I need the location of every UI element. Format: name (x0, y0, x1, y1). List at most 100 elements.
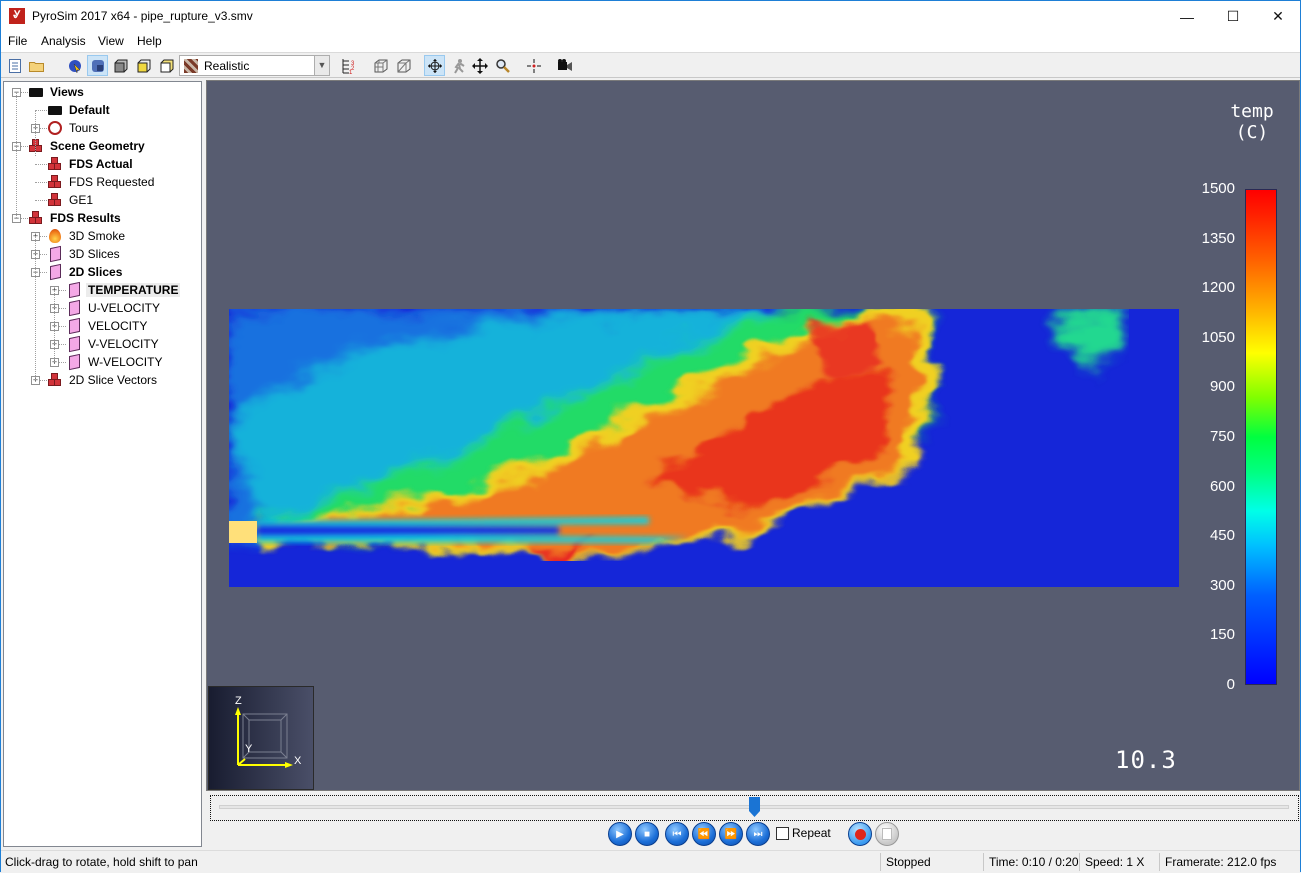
zoom-icon[interactable] (492, 55, 513, 76)
skip-to-end-button[interactable]: ⏭ (746, 822, 770, 846)
colorbar-tick-label: 150 (1209, 626, 1235, 644)
pan-icon[interactable] (469, 55, 490, 76)
view-shaded-icon[interactable] (133, 55, 154, 76)
timeline-slider[interactable] (210, 795, 1299, 821)
tree-item-velocity[interactable]: VELOCITY (66, 317, 149, 335)
view-smooth-icon[interactable] (87, 55, 108, 76)
tree-item-w-velocity[interactable]: W-VELOCITY (66, 353, 164, 371)
tree-item-label: 3D Smoke (69, 229, 126, 243)
geometry-icon (47, 156, 63, 172)
tree-item-label: Views (50, 85, 84, 99)
tree-item-u-velocity[interactable]: U-VELOCITY (66, 299, 162, 317)
rewind-button[interactable]: ⏪ (692, 822, 716, 846)
status-separator (983, 853, 984, 871)
status-separator (1159, 853, 1160, 871)
close-button[interactable]: ✕ (1255, 1, 1301, 32)
tree-item-scene-geometry[interactable]: Scene Geometry (28, 137, 147, 155)
tree-item-temperature[interactable]: TEMPERATURE (66, 281, 181, 299)
tree-item-fds-results[interactable]: FDS Results (28, 209, 123, 227)
time-display: 10.3 (1115, 746, 1177, 774)
tree-item-tours[interactable]: Tours (47, 119, 100, 137)
tree-item-2d-slice-vectors[interactable]: 2D Slice Vectors (47, 371, 159, 389)
legend-icon[interactable]: 321 (339, 55, 360, 76)
menu-file[interactable]: File (8, 34, 27, 48)
fast-forward-button[interactable]: ⏩ (719, 822, 743, 846)
maximize-button[interactable]: ☐ (1210, 1, 1256, 32)
navigation-tree: Views − Default Tours + Scene Geometry − FDS Ac… (3, 81, 202, 847)
tree-item-fds-requested[interactable]: FDS Requested (47, 173, 156, 191)
framerate: Framerate: 212.0 fps (1165, 855, 1277, 869)
stop-button[interactable]: ■ (635, 822, 659, 846)
wireframe-box-icon[interactable] (393, 55, 414, 76)
status-separator (880, 853, 881, 871)
colorbar-tick-label: 1350 (1201, 229, 1235, 247)
colorbar-quantity: temp (1230, 101, 1274, 122)
status-separator (1079, 853, 1080, 871)
render-mode-value: Realistic (204, 59, 250, 73)
stop-record-button[interactable] (875, 822, 899, 846)
tree-item-ge1[interactable]: GE1 (47, 191, 95, 209)
tree-connector (54, 290, 55, 362)
tree-item-views[interactable]: Views (28, 83, 86, 101)
playback-speed: Speed: 1 X (1085, 855, 1145, 869)
colorbar-tick-label: 0 (1226, 676, 1235, 693)
app-window: Ꮍ PyroSim 2017 x64 - pipe_rupture_v3.smv… (0, 0, 1301, 872)
menu-help[interactable]: Help (137, 34, 162, 48)
temperature-slice (229, 309, 1179, 587)
slice-icon (66, 335, 82, 353)
repeat-checkbox-box[interactable] (776, 826, 789, 840)
stop-record-icon (882, 828, 892, 840)
colorbar-tick-label: 1500 (1201, 180, 1235, 197)
tree-item-fds-actual[interactable]: FDS Actual (47, 155, 135, 173)
skip-to-start-button[interactable]: ⏮ (665, 822, 689, 846)
tree-connector (16, 92, 17, 218)
repeat-label: Repeat (792, 826, 831, 840)
colorbar-tick-label: 600 (1209, 477, 1235, 495)
status-hint: Click-drag to rotate, hold shift to pan (5, 855, 198, 869)
realistic-texture-icon (184, 59, 198, 73)
select-icon[interactable] (64, 55, 85, 76)
minimize-button[interactable]: — (1164, 1, 1210, 32)
play-button[interactable]: ▶ (608, 822, 632, 846)
menu-analysis[interactable]: Analysis (41, 34, 86, 48)
tree-item-label: VELOCITY (88, 319, 148, 333)
tree-item-3d-slices[interactable]: 3D Slices (47, 245, 122, 263)
open-folder-icon[interactable] (26, 55, 47, 76)
tree-item-default[interactable]: Default (47, 101, 112, 119)
playback-time: Time: 0:10 / 0:20 (989, 855, 1079, 869)
tree-item-label: FDS Actual (69, 157, 133, 171)
tree-item-2d-slices[interactable]: 2D Slices (47, 263, 124, 281)
slice-icon (47, 263, 63, 281)
wireframe-grid-icon[interactable] (370, 55, 391, 76)
colorbar-tick-label: 450 (1209, 527, 1235, 545)
render-mode-select[interactable]: Realistic ▼ (179, 55, 330, 76)
3d-viewport[interactable]: temp (C) 1500 1350 1200 1050 900 750 600 450 300… (206, 80, 1300, 791)
tour-icon (47, 120, 63, 136)
tree-connector (35, 236, 36, 382)
tree-item-label: TEMPERATURE (86, 283, 181, 297)
camera-icon[interactable] (554, 55, 575, 76)
orbit-icon[interactable] (424, 55, 445, 76)
chevron-down-icon[interactable]: ▼ (314, 56, 329, 75)
tree-connector (35, 182, 47, 183)
tree-item-label: 2D Slices (69, 265, 123, 279)
axis-y-label: Y (245, 743, 253, 755)
slice-icon (66, 281, 82, 299)
timeline-thumb[interactable] (749, 797, 760, 817)
cameras-icon (28, 84, 44, 100)
smoke-icon (47, 228, 63, 244)
colorbar-tick-label: 750 (1209, 428, 1235, 445)
view-solid-icon[interactable] (156, 55, 177, 76)
view-outline-icon[interactable] (110, 55, 131, 76)
record-button[interactable] (848, 822, 872, 846)
colorbar-tick-label: 1050 (1201, 328, 1235, 346)
repeat-checkbox[interactable]: Repeat (776, 826, 831, 840)
tree-item-v-velocity[interactable]: V-VELOCITY (66, 335, 161, 353)
walk-icon[interactable] (447, 55, 468, 76)
menu-view[interactable]: View (98, 34, 124, 48)
tree-item-label: 2D Slice Vectors (69, 373, 158, 387)
axes-indicator: Z Y X (208, 686, 314, 790)
tree-item-3d-smoke[interactable]: 3D Smoke (47, 227, 127, 245)
center-icon[interactable] (523, 55, 544, 76)
new-file-icon[interactable] (4, 55, 25, 76)
